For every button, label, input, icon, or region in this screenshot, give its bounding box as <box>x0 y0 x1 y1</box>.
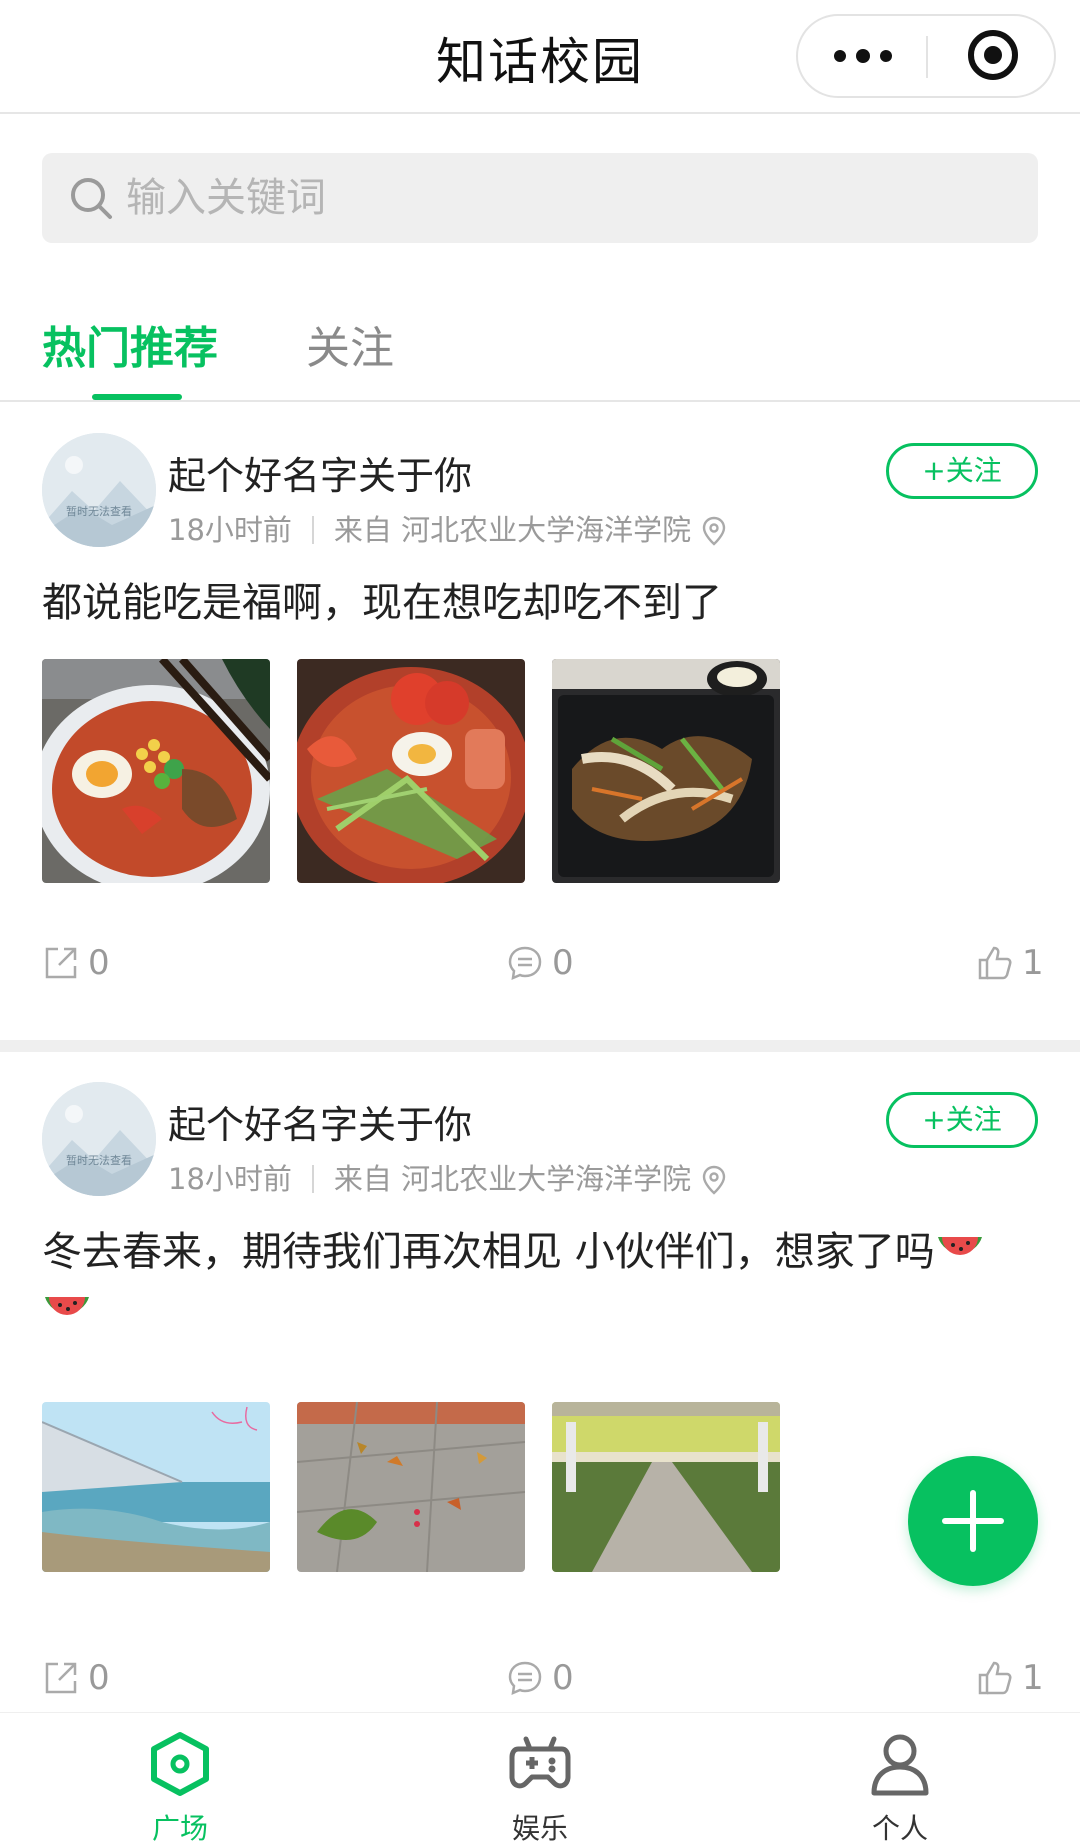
more-menu-button[interactable] <box>798 16 926 96</box>
search-input[interactable] <box>126 153 1006 243</box>
follow-button[interactable]: +关注 <box>886 1092 1038 1148</box>
plus-icon <box>970 1490 976 1552</box>
fallen-leaves-photo <box>297 1402 525 1572</box>
post-image-campus-path[interactable] <box>552 1402 780 1572</box>
post-source: 来自 河北农业大学海洋学院 <box>333 1162 692 1196</box>
share-icon <box>45 947 77 979</box>
more-dot-icon <box>880 50 892 62</box>
post-image-ramen[interactable] <box>42 659 270 883</box>
tabbar-item-entertainment[interactable]: 娱乐 <box>440 1713 640 1843</box>
tabbar-label: 广场 <box>151 1812 208 1843</box>
avatar-caption: 暂时无法查看 <box>66 1153 132 1167</box>
tabbar-label: 个人 <box>871 1812 928 1843</box>
share-count: 0 <box>88 943 110 983</box>
tabbar-label: 娱乐 <box>511 1812 568 1843</box>
avatar-caption: 暂时无法查看 <box>66 504 132 518</box>
comment-icon <box>508 1661 542 1696</box>
tabbar-item-profile[interactable]: 个人 <box>800 1713 1000 1843</box>
meta-divider <box>311 516 314 544</box>
post-username[interactable]: 起个好名字关于你 <box>168 445 472 500</box>
cold-noodles-photo <box>297 659 525 883</box>
post-actions: 0 0 1 <box>0 1648 1080 1708</box>
post-text: 都说能吃是福啊，现在想吃却吃不到了 <box>42 580 722 626</box>
campus-path-photo <box>552 1402 780 1572</box>
post-time: 18小时前 <box>168 1162 292 1196</box>
post-username[interactable]: 起个好名字关于你 <box>168 1094 472 1149</box>
more-dot-icon <box>834 50 846 62</box>
post-image-seaside[interactable] <box>42 1402 270 1572</box>
watermelon-emoji-icon <box>45 1297 89 1315</box>
post-card[interactable]: 暂时无法查看 起个好名字关于你 18小时前 来自 河北农业大学海洋学院 +关注 都… <box>0 403 1080 1040</box>
like-count: 1 <box>1022 943 1044 983</box>
location-pin-icon <box>702 1165 726 1195</box>
location-pin-icon <box>702 516 726 546</box>
tab-following[interactable]: 关注 <box>306 312 394 376</box>
post-separator <box>0 1040 1080 1052</box>
thumbs-up-icon <box>978 946 1012 980</box>
post-actions: 0 0 1 <box>0 933 1080 993</box>
post-image-cold-noodles[interactable] <box>297 659 525 883</box>
navbar: 知话校园 <box>0 0 1080 114</box>
close-miniprogram-button[interactable] <box>928 16 1056 96</box>
avatar-placeholder-image: 暂时无法查看 <box>42 433 156 547</box>
miniprogram-capsule <box>796 14 1056 98</box>
post-source: 来自 河北农业大学海洋学院 <box>333 513 692 547</box>
app-root: 知话校园 热门推荐 关注 <box>0 0 1080 1843</box>
share-count: 0 <box>88 1658 110 1698</box>
post-text: 冬去春来，期待我们再次相见 小伙伴们，想家了吗 <box>42 1229 935 1275</box>
ramen-photo <box>42 659 270 883</box>
like-count: 1 <box>1022 1658 1044 1698</box>
comment-icon <box>508 946 542 981</box>
target-dot <box>984 46 1002 64</box>
seaside-photo <box>42 1402 270 1572</box>
post-image-stir-fried-noodles[interactable] <box>552 659 780 883</box>
meta-divider <box>311 1165 314 1193</box>
avatar[interactable]: 暂时无法查看 <box>42 433 156 547</box>
avatar[interactable]: 暂时无法查看 <box>42 1082 156 1196</box>
comment-count: 0 <box>552 1658 574 1698</box>
person-icon <box>871 1734 929 1796</box>
watermelon-emoji-icon <box>937 1237 982 1255</box>
share-icon <box>45 1662 77 1694</box>
search-icon <box>71 178 112 219</box>
follow-button[interactable]: +关注 <box>886 443 1038 499</box>
post-meta: 18小时前 来自 河北农业大学海洋学院 <box>168 507 727 549</box>
new-post-button[interactable] <box>908 1456 1038 1586</box>
post-meta: 18小时前 来自 河北农业大学海洋学院 <box>168 1156 727 1198</box>
bottom-tabbar: 广场 娱乐 个人 <box>0 1712 1080 1843</box>
comment-count: 0 <box>552 943 574 983</box>
feed-tabs: 热门推荐 关注 <box>0 300 1080 402</box>
active-tab-indicator <box>92 394 182 400</box>
gamepad-icon <box>509 1736 571 1789</box>
more-dot-icon <box>856 49 870 63</box>
search-bar[interactable] <box>42 153 1038 243</box>
stir-fried-noodles-photo <box>552 659 780 883</box>
post-image-fallen-leaves[interactable] <box>297 1402 525 1572</box>
thumbs-up-icon <box>978 1661 1012 1695</box>
tab-hot-recommend[interactable]: 热门推荐 <box>42 312 218 376</box>
post-time: 18小时前 <box>168 513 292 547</box>
post-card[interactable]: 暂时无法查看 起个好名字关于你 18小时前 来自 河北农业大学海洋学院 +关注 冬… <box>0 1052 1080 1712</box>
avatar-placeholder-image: 暂时无法查看 <box>42 1082 156 1196</box>
hexagon-icon <box>151 1732 209 1796</box>
post-text-block: 冬去春来，期待我们再次相见 小伙伴们，想家了吗 <box>42 1222 1042 1342</box>
tabbar-item-square[interactable]: 广场 <box>80 1713 280 1843</box>
